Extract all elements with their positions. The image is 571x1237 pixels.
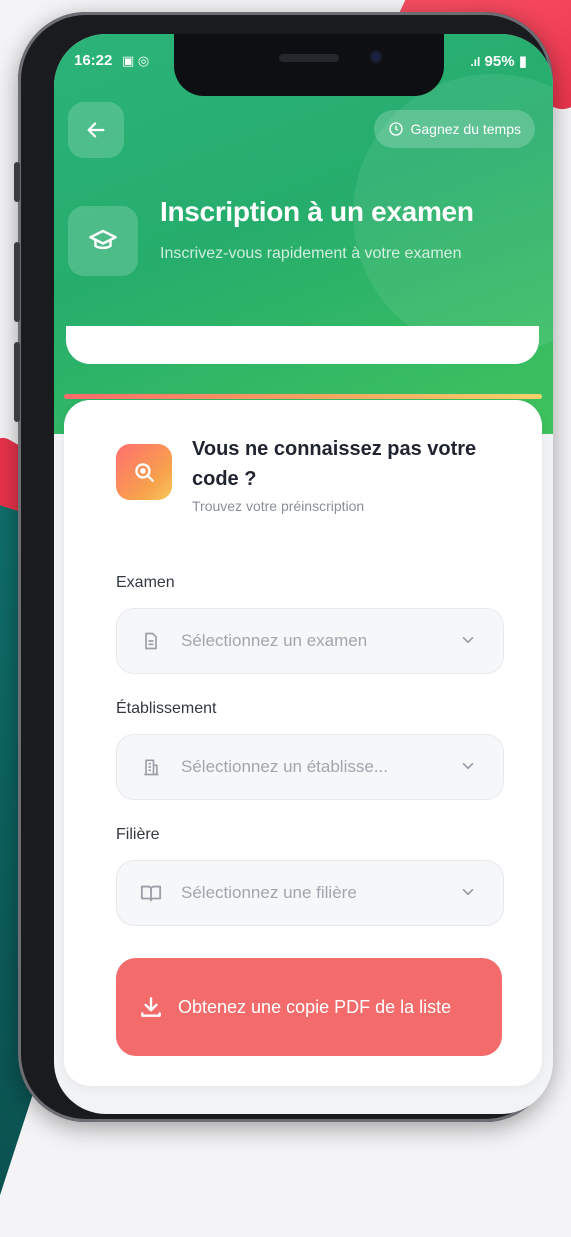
etablissement-label: Établissement	[116, 700, 217, 717]
filiere-label: Filière	[116, 826, 160, 843]
back-button[interactable]	[68, 102, 124, 158]
etablissement-placeholder: Sélectionnez un établisse...	[181, 757, 388, 776]
find-code-title[interactable]: Vous ne connaissez pas votre code ?	[192, 434, 512, 494]
phone-side-button	[14, 162, 20, 202]
chip-label: Gagnez du temps	[410, 121, 521, 137]
arrow-left-icon	[87, 122, 105, 138]
page-subtitle: Inscrivez-vous rapidement à votre examen	[160, 245, 462, 262]
examen-label: Examen	[116, 574, 175, 591]
collapsed-panel	[66, 326, 539, 364]
find-code-icon-box[interactable]	[116, 444, 172, 500]
chevron-down-icon	[462, 888, 474, 896]
time-saver-chip[interactable]: Gagnez du temps	[374, 110, 535, 148]
page-title: Inscription à un examen	[160, 196, 474, 227]
download-pdf-button[interactable]: Obtenez une copie PDF de la liste	[116, 958, 502, 1056]
camera	[369, 50, 383, 64]
examen-select[interactable]: Sélectionnez un examen	[116, 608, 504, 674]
signal-icon: .ıl	[470, 55, 481, 69]
accent-line	[64, 394, 542, 399]
filiere-placeholder: Sélectionnez une filière	[181, 883, 357, 902]
building-icon	[139, 755, 163, 779]
download-pdf-label: Obtenez une copie PDF de la liste	[178, 996, 452, 1017]
battery-level: 95%	[484, 53, 515, 70]
status-time: 16:22	[74, 52, 113, 69]
document-icon	[139, 629, 163, 653]
chevron-down-icon	[462, 636, 474, 644]
etablissement-select[interactable]: Sélectionnez un établisse...	[116, 734, 504, 800]
speaker	[279, 54, 339, 62]
filiere-select[interactable]: Sélectionnez une filière	[116, 860, 504, 926]
notch	[174, 34, 444, 96]
battery-icon: ▮	[518, 53, 527, 70]
phone-side-button	[14, 242, 20, 322]
chevron-down-icon	[462, 762, 474, 770]
clock-icon	[389, 122, 404, 136]
examen-placeholder: Sélectionnez un examen	[181, 631, 368, 650]
phone-frame: 16:22 ▣ ◎ .ıl 95% ▮ Gagnez du temps Insc…	[14, 12, 553, 1122]
header-icon-box	[68, 206, 138, 276]
registration-card: Vous ne connaissez pas votre code ? Trou…	[64, 400, 542, 1086]
status-battery: .ıl 95% ▮	[470, 52, 527, 70]
graduation-cap-icon	[89, 229, 117, 250]
search-icon	[135, 463, 154, 482]
book-icon	[139, 881, 163, 905]
status-notification-icons: ▣ ◎	[122, 53, 150, 68]
find-code-subtitle: Trouvez votre préinscription	[192, 498, 365, 514]
phone-screen: 16:22 ▣ ◎ .ıl 95% ▮ Gagnez du temps Insc…	[54, 34, 553, 1114]
download-icon	[141, 997, 161, 1017]
phone-side-button	[14, 342, 20, 422]
